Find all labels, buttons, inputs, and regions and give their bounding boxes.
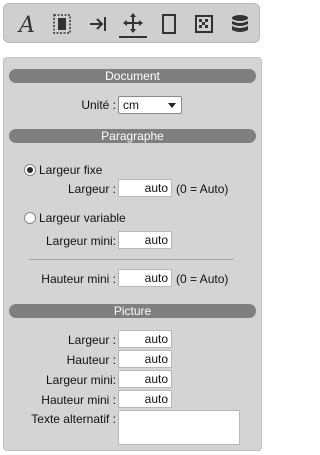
- paragraph-min-width-input[interactable]: auto: [118, 231, 172, 249]
- variable-width-radio[interactable]: [24, 212, 36, 224]
- document-section-header: Document: [9, 69, 256, 83]
- paragraph-min-height-hint: (0 = Auto): [176, 272, 229, 286]
- picture-width-label: Largeur :: [67, 333, 116, 347]
- pattern-fill-icon[interactable]: [190, 10, 218, 38]
- variable-width-option-label: Largeur variable: [39, 211, 126, 225]
- unit-label: Unité :: [81, 98, 116, 112]
- paragraph-width-input[interactable]: auto: [118, 179, 172, 197]
- picture-min-width-input[interactable]: auto: [118, 370, 172, 388]
- picture-section-header: Picture: [9, 304, 256, 318]
- paragraph-min-height-label: Hauteur mini :: [41, 272, 116, 286]
- alt-text-label: Texte alternatif :: [31, 412, 116, 426]
- unit-select-value: cm: [123, 98, 139, 112]
- picture-height-input[interactable]: auto: [118, 350, 172, 368]
- picture-width-input[interactable]: auto: [118, 330, 172, 348]
- move-arrows-icon[interactable]: [119, 10, 147, 38]
- indent-arrow-icon[interactable]: [84, 10, 112, 38]
- chevron-down-icon: [168, 103, 176, 108]
- toolbar: A: [3, 3, 260, 43]
- picture-min-height-input[interactable]: auto: [118, 390, 172, 408]
- unit-select[interactable]: cm: [118, 96, 182, 114]
- text-font-icon[interactable]: A: [13, 10, 41, 38]
- fixed-width-radio[interactable]: [24, 164, 36, 176]
- properties-panel: Document Unité : cm Paragraphe Largeur f…: [3, 57, 262, 451]
- page-rectangle-icon[interactable]: [155, 10, 183, 38]
- paragraph-width-label: Largeur :: [67, 182, 116, 196]
- fixed-width-option-label: Largeur fixe: [39, 163, 103, 177]
- paragraph-divider: [29, 259, 234, 260]
- picture-min-width-label: Largeur mini:: [45, 373, 116, 387]
- svg-text:A: A: [17, 13, 35, 36]
- picture-min-height-label: Hauteur mini :: [41, 393, 116, 407]
- paragraph-min-width-label: Largeur mini:: [45, 234, 116, 248]
- paragraph-width-hint: (0 = Auto): [176, 182, 229, 196]
- database-icon[interactable]: [226, 10, 254, 38]
- picture-height-label: Hauteur :: [66, 353, 116, 367]
- frame-padding-icon[interactable]: [48, 10, 76, 38]
- paragraph-section-header: Paragraphe: [9, 129, 256, 143]
- paragraph-min-height-input[interactable]: auto: [118, 269, 172, 287]
- alt-text-input[interactable]: [118, 410, 240, 445]
